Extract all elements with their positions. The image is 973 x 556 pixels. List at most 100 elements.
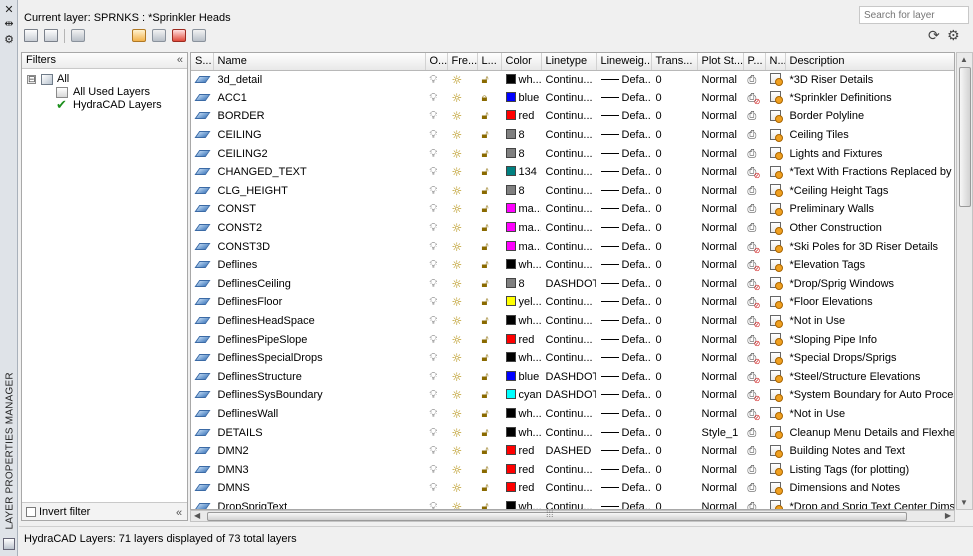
transparency-cell[interactable]: 0 xyxy=(651,498,697,509)
transparency-cell[interactable]: 0 xyxy=(651,275,697,294)
viewport-freeze-icon[interactable] xyxy=(769,370,783,384)
plot-cell[interactable]: ⎙ ⊘ xyxy=(743,256,765,275)
transparency-cell[interactable]: 0 xyxy=(651,460,697,479)
unlock-icon[interactable]: 🔓︎ xyxy=(482,202,489,215)
freeze-cell[interactable]: ☼ xyxy=(447,386,477,405)
transparency-cell[interactable]: 0 xyxy=(651,349,697,368)
layer-name[interactable]: DropSprigText xyxy=(213,498,425,509)
color-cell[interactable]: yel... xyxy=(501,293,541,312)
transparency-cell[interactable]: 0 xyxy=(651,442,697,461)
transparency-cell[interactable]: 0 xyxy=(651,293,697,312)
lock-cell[interactable]: 🔓︎ xyxy=(477,256,501,275)
plot-cell[interactable]: ⎙ ⊘ xyxy=(743,405,765,424)
sun-icon[interactable]: ☼ xyxy=(452,444,463,458)
unlock-icon[interactable]: 🔓︎ xyxy=(482,258,489,271)
color-cell[interactable]: cyan xyxy=(501,386,541,405)
lock-cell[interactable]: 🔓︎ xyxy=(477,293,501,312)
table-row[interactable]: DeflinesSysBoundary 💡︎ ☼ 🔓︎ cyan DASHDOT Defa.… xyxy=(191,386,955,405)
unlock-icon[interactable]: 🔓︎ xyxy=(482,277,489,290)
description-cell[interactable]: Cleanup Menu Details and Flexheac xyxy=(785,423,955,442)
table-row[interactable]: CONST 💡︎ ☼ 🔓︎ ma... Continu... Defa... 0 Normal ⎙… xyxy=(191,200,954,219)
description-cell[interactable]: Ceiling Tiles xyxy=(785,126,954,145)
description-cell[interactable]: *System Boundary for Auto Processe xyxy=(785,386,955,405)
on-cell[interactable]: 💡︎ xyxy=(425,405,447,424)
plot-style-cell[interactable]: Normal xyxy=(697,479,743,498)
description-cell[interactable]: *Sloping Pipe Info xyxy=(785,330,954,349)
lineweight-cell[interactable]: Defa... xyxy=(596,237,651,256)
description-cell[interactable]: *Drop and Sprig Text Center Dims xyxy=(785,498,955,509)
layer-name[interactable]: DeflinesSpecialDrops xyxy=(213,349,425,368)
lineweight-cell[interactable]: Defa... xyxy=(596,256,651,275)
sun-icon[interactable]: ☼ xyxy=(452,184,463,198)
lightbulb-icon[interactable]: 💡︎ xyxy=(430,370,438,383)
color-cell[interactable]: wh... xyxy=(501,423,541,442)
column-header-description[interactable]: Description xyxy=(785,53,954,71)
unlock-icon[interactable]: 🔓︎ xyxy=(482,221,489,234)
new-vp-freeze-cell[interactable] xyxy=(765,200,785,219)
color-cell[interactable]: 8 xyxy=(501,182,541,201)
lock-cell[interactable]: 🔓︎ xyxy=(477,312,501,331)
lightbulb-icon[interactable]: 💡︎ xyxy=(430,147,438,160)
new-vp-freeze-cell[interactable] xyxy=(765,89,785,108)
new-vp-freeze-cell[interactable] xyxy=(765,312,785,331)
status-cell[interactable] xyxy=(191,144,213,163)
status-cell[interactable] xyxy=(191,107,213,126)
table-row[interactable]: CEILING 💡︎ ☼ 🔓︎ 8 Continu... Defa... 0 Normal ⎙ Ce… xyxy=(191,126,954,145)
table-row[interactable]: 3d_detail 💡︎ ☼ 🔓︎ wh... Continu... Defa... 0 Nor… xyxy=(191,70,954,89)
on-cell[interactable]: 💡︎ xyxy=(425,479,447,498)
layer-name[interactable]: DeflinesPipeSlope xyxy=(213,330,425,349)
unlock-icon[interactable]: 🔓︎ xyxy=(482,407,489,420)
freeze-cell[interactable]: ☼ xyxy=(447,107,477,126)
lock-cell[interactable]: 🔓︎ xyxy=(477,479,501,498)
plot-style-cell[interactable]: Normal xyxy=(697,330,743,349)
plot-style-cell[interactable]: Normal xyxy=(697,200,743,219)
sun-icon[interactable]: ☼ xyxy=(452,426,463,440)
description-cell[interactable]: Dimensions and Notes xyxy=(785,479,954,498)
freeze-cell[interactable]: ☼ xyxy=(447,126,477,145)
viewport-freeze-icon[interactable] xyxy=(769,109,783,123)
viewport-freeze-icon[interactable] xyxy=(769,184,783,198)
linetype-cell[interactable]: DASHED xyxy=(541,442,596,461)
new-vp-freeze-cell[interactable] xyxy=(765,386,785,405)
lightbulb-icon[interactable]: 💡︎ xyxy=(430,500,438,509)
viewport-freeze-icon[interactable] xyxy=(769,444,783,458)
printer-icon[interactable]: ⎙ xyxy=(748,444,757,457)
printer-icon[interactable]: ⎙ ⊘ xyxy=(748,370,761,385)
viewport-freeze-icon[interactable] xyxy=(769,91,783,105)
color-cell[interactable]: red xyxy=(501,107,541,126)
sun-icon[interactable]: ☼ xyxy=(452,128,463,142)
collapse-filters-bottom-icon[interactable]: « xyxy=(176,507,182,519)
description-cell[interactable]: Listing Tags (for plotting) xyxy=(785,460,954,479)
sun-icon[interactable]: ☼ xyxy=(452,73,463,87)
description-cell[interactable]: *Ceiling Height Tags xyxy=(785,182,954,201)
description-cell[interactable]: *Elevation Tags xyxy=(785,256,954,275)
linetype-cell[interactable]: Continu... xyxy=(541,423,596,442)
unlock-icon[interactable]: 🔓︎ xyxy=(482,147,489,160)
column-header-plot-style[interactable]: Plot St... xyxy=(697,53,744,71)
column-header-name[interactable]: Name xyxy=(213,53,426,71)
layer-name[interactable]: CONST xyxy=(213,200,425,219)
transparency-cell[interactable]: 0 xyxy=(651,479,697,498)
linetype-cell[interactable]: Continu... xyxy=(541,126,596,145)
freeze-cell[interactable]: ☼ xyxy=(447,70,477,89)
linetype-cell[interactable]: Continu... xyxy=(541,70,596,89)
gear-icon[interactable]: ⚙ xyxy=(947,28,960,44)
lock-cell[interactable]: 🔓︎ xyxy=(477,423,501,442)
status-cell[interactable] xyxy=(191,349,213,368)
unlock-icon[interactable]: 🔓︎ xyxy=(482,351,489,364)
status-cell[interactable] xyxy=(191,126,213,145)
layer-name[interactable]: DMNS xyxy=(213,479,425,498)
status-cell[interactable] xyxy=(191,70,213,89)
linetype-cell[interactable]: DASHDOT xyxy=(541,275,596,294)
status-cell[interactable] xyxy=(191,237,213,256)
palette-title-bar[interactable]: ✕ ⇹ ⚙ LAYER PROPERTIES MANAGER xyxy=(0,0,18,556)
plot-style-cell[interactable]: Normal xyxy=(697,89,743,108)
viewport-freeze-icon[interactable] xyxy=(769,407,783,421)
plot-style-cell[interactable]: Normal xyxy=(697,312,743,331)
color-cell[interactable]: blue xyxy=(501,368,541,387)
description-cell[interactable]: *Text With Fractions Replaced by St xyxy=(785,163,955,182)
printer-icon[interactable]: ⎙ ⊘ xyxy=(748,91,761,106)
lineweight-cell[interactable]: Defa... xyxy=(596,163,651,182)
sun-icon[interactable]: ☼ xyxy=(452,165,463,179)
on-cell[interactable]: 💡︎ xyxy=(425,293,447,312)
